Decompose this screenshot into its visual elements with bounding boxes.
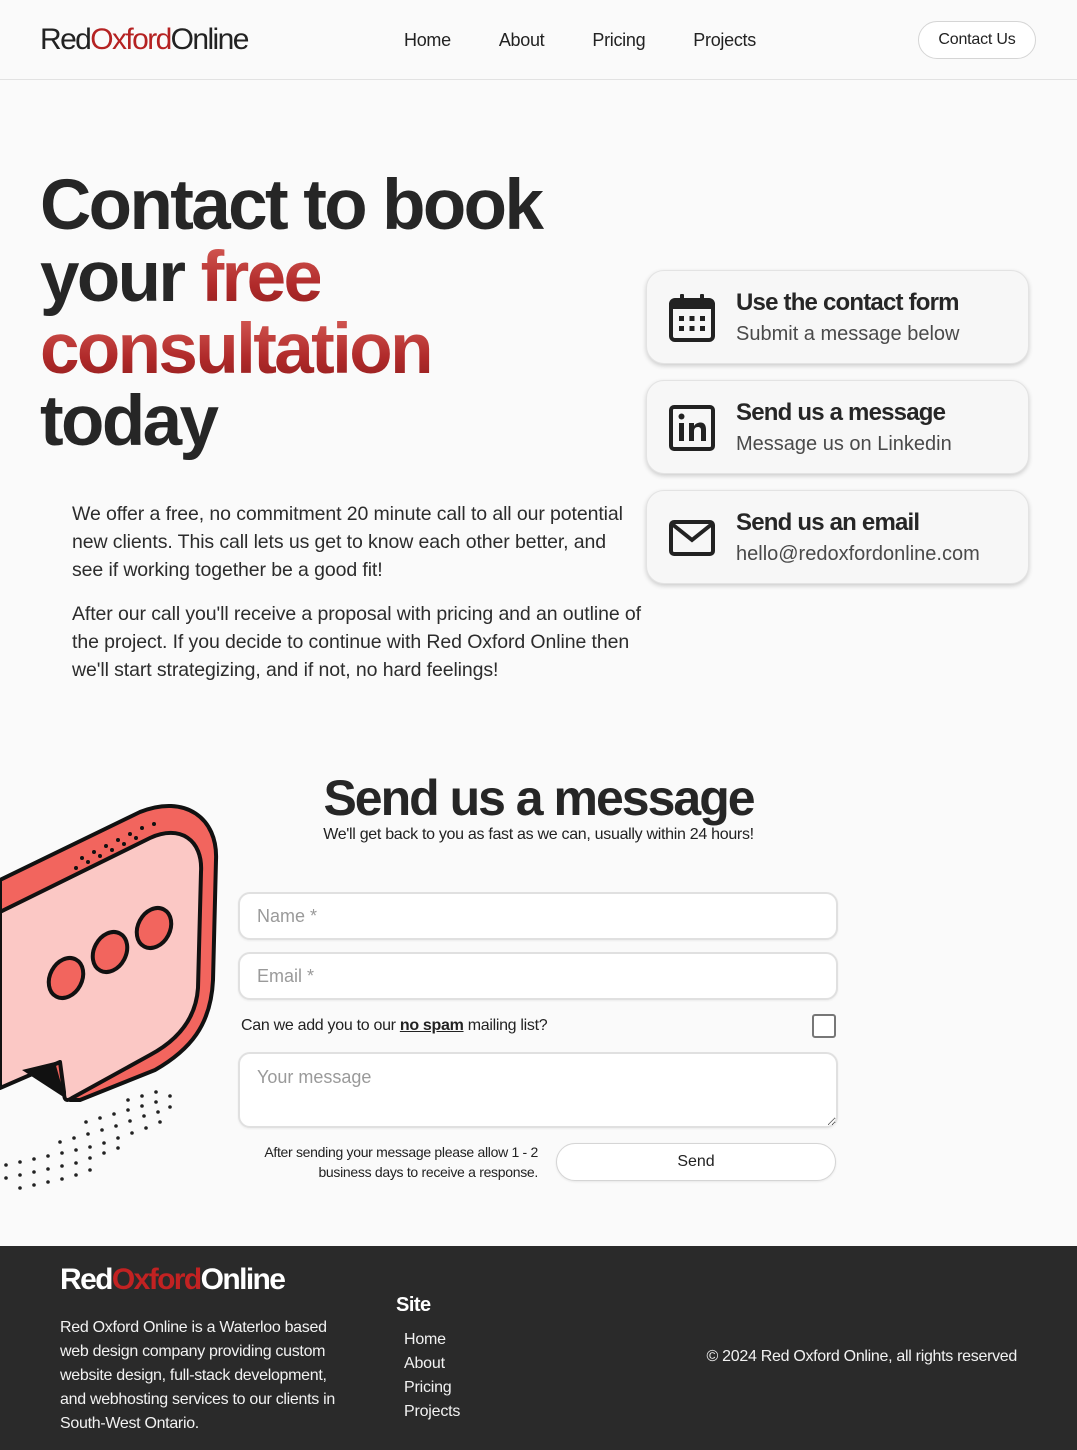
contact-us-button[interactable]: Contact Us xyxy=(918,21,1036,59)
message-section-subtitle: We'll get back to you as fast as we can,… xyxy=(323,826,754,843)
name-input[interactable] xyxy=(238,892,838,940)
response-time-note: After sending your message please allow … xyxy=(264,1144,538,1180)
site-header: RedOxfordOnline Home About Pricing Proje… xyxy=(0,0,1077,80)
footer-links: Home About Pricing Projects xyxy=(404,1328,460,1424)
card-subtitle: Message us on Linkedin xyxy=(736,433,952,455)
card-title: Send us a message xyxy=(736,399,946,426)
hero-title-highlight-free: free xyxy=(200,238,323,317)
hero-paragraph-1: We offer a free, no commitment 20 minute… xyxy=(72,503,623,581)
footer-logo-part-red: Red xyxy=(60,1263,113,1296)
message-textarea[interactable] xyxy=(238,1052,838,1128)
hero-title-line2: your xyxy=(40,238,201,317)
mailing-list-label-prefix: Can we add you to our xyxy=(241,1017,400,1034)
nav-home[interactable]: Home xyxy=(404,29,451,51)
mailing-list-label-suffix: mailing list? xyxy=(463,1017,548,1034)
logo-part-online: Online xyxy=(170,23,250,56)
card-title: Use the contact form xyxy=(736,289,960,316)
footer-logo-part-online: Online xyxy=(200,1263,286,1296)
card-title: Send us an email xyxy=(736,509,920,536)
hero-description: We offer a free, no commitment 20 minute… xyxy=(72,500,642,700)
linkedin-icon xyxy=(669,405,715,451)
hero-title-highlight-consultation: consultation xyxy=(40,310,433,389)
nav-about[interactable]: About xyxy=(499,29,545,51)
logo-part-red: Red xyxy=(40,23,92,56)
footer-logo-part-oxford: Oxford xyxy=(111,1263,202,1296)
hero-title-line1: Contact to book xyxy=(40,166,544,245)
card-subtitle: hello@redoxfordonline.com xyxy=(736,543,980,565)
hero-paragraph-2: After our call you'll receive a proposal… xyxy=(72,603,641,681)
logo-part-oxford: Oxford xyxy=(90,23,172,56)
footer-description: Red Oxford Online is a Waterloo based we… xyxy=(60,1319,335,1432)
mailing-list-checkbox[interactable] xyxy=(812,1014,836,1038)
site-logo[interactable]: RedOxfordOnline xyxy=(40,22,250,58)
nav-projects[interactable]: Projects xyxy=(693,29,756,51)
mailing-list-label: Can we add you to our no spam mailing li… xyxy=(241,1016,548,1036)
mail-icon xyxy=(669,520,715,556)
card-subtitle: Submit a message below xyxy=(736,323,960,345)
main-nav: Home About Pricing Projects xyxy=(404,29,804,51)
send-button[interactable]: Send xyxy=(556,1143,836,1181)
footer-site-heading: Site xyxy=(396,1294,431,1316)
footer-link-projects[interactable]: Projects xyxy=(404,1400,460,1424)
footer-link-home[interactable]: Home xyxy=(404,1328,460,1352)
copyright-text: © 2024 Red Oxford Online, all rights res… xyxy=(706,1348,1018,1365)
message-section-title: Send us a message xyxy=(323,770,755,826)
email-card[interactable]: Send us an email hello@redoxfordonline.c… xyxy=(646,490,1029,584)
site-footer: RedOxfordOnline Red Oxford Online is a W… xyxy=(0,1246,1077,1450)
chat-bubble-illustration xyxy=(0,804,219,1190)
footer-link-about[interactable]: About xyxy=(404,1352,460,1376)
calendar-icon xyxy=(669,294,715,342)
contact-form-card[interactable]: Use the contact form Submit a message be… xyxy=(646,270,1029,364)
email-input[interactable] xyxy=(238,952,838,1000)
hero-title-line4: today xyxy=(40,382,219,461)
footer-link-pricing[interactable]: Pricing xyxy=(404,1376,460,1400)
linkedin-card[interactable]: Send us a message Message us on Linkedin xyxy=(646,380,1029,474)
hero-title: Contact to book your free consultation toda… xyxy=(40,170,640,458)
no-spam-text: no spam xyxy=(399,1017,464,1034)
nav-pricing[interactable]: Pricing xyxy=(592,29,645,51)
footer-logo[interactable]: RedOxfordOnline xyxy=(60,1262,286,1298)
